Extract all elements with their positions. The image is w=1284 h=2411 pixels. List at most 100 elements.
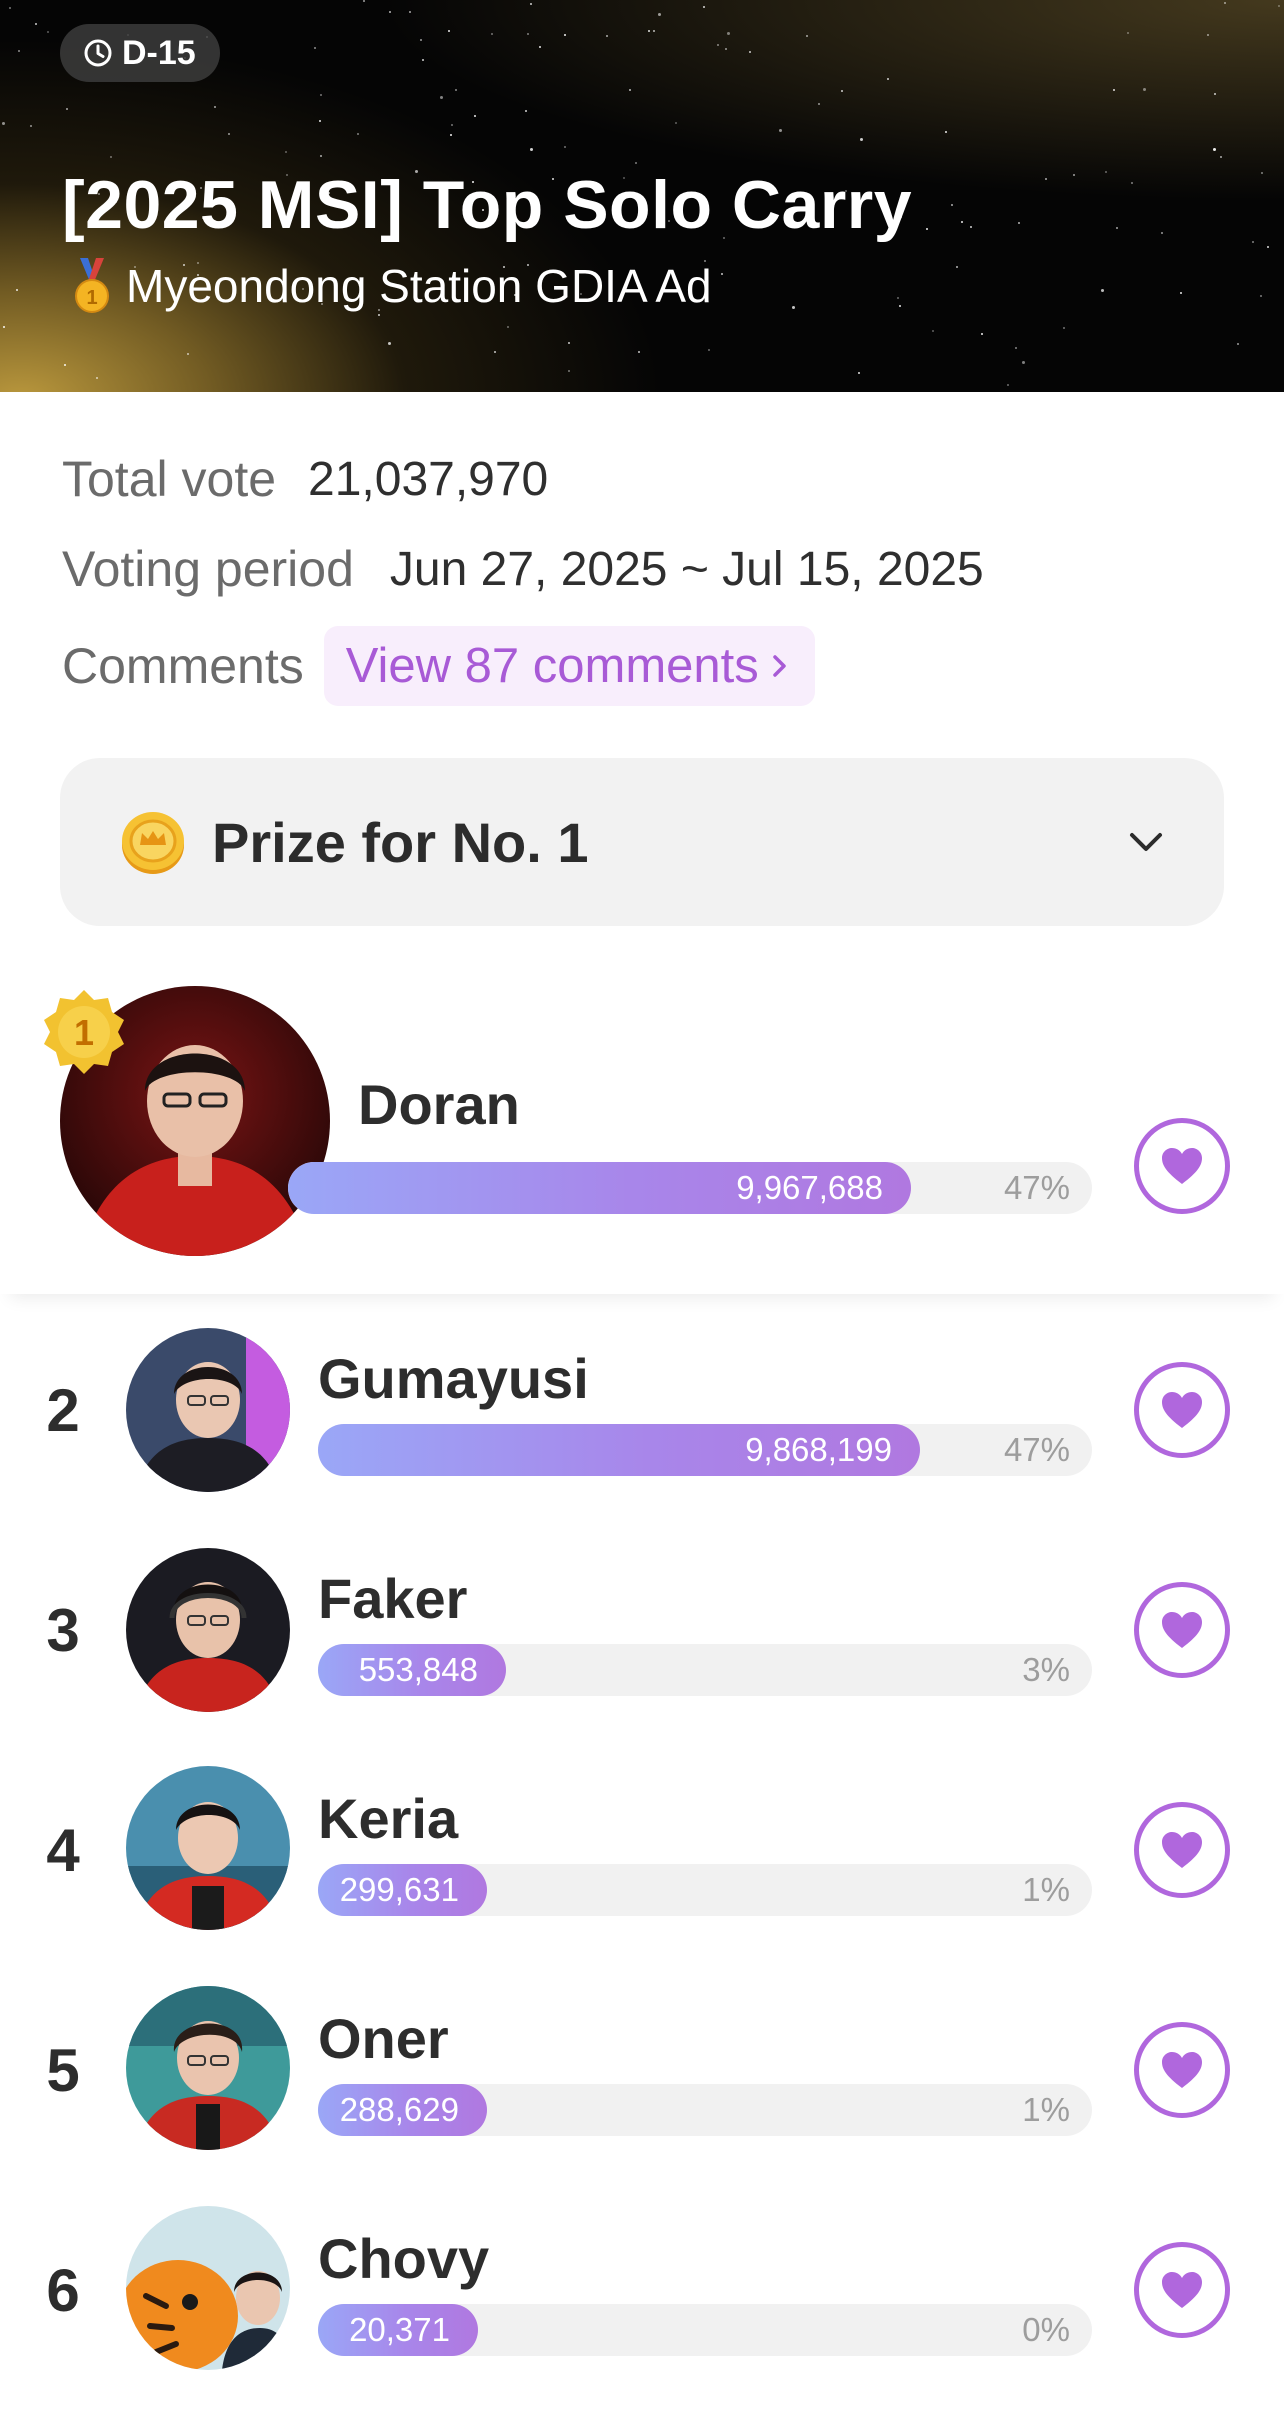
comments-row: Comments View 87 comments xyxy=(62,626,815,706)
star-dot xyxy=(527,33,529,35)
vote-percent: 3% xyxy=(1022,1651,1070,1688)
star-dot xyxy=(951,204,953,206)
star-dot xyxy=(792,306,795,309)
star-dot xyxy=(1022,361,1025,364)
star-dot xyxy=(16,289,18,291)
star-dot xyxy=(841,90,843,92)
candidate-name: Oner xyxy=(318,2007,449,2070)
star-dot xyxy=(539,46,541,48)
clock-icon xyxy=(84,39,112,67)
star-dot xyxy=(1267,246,1269,248)
star-dot xyxy=(926,228,928,230)
subtitle-text: Myeondong Station GDIA Ad xyxy=(126,260,712,312)
star-dot xyxy=(568,342,570,344)
star-dot xyxy=(1007,384,1009,386)
heart-icon xyxy=(1162,1612,1202,1648)
star-dot xyxy=(35,23,37,25)
vote-button-doran[interactable] xyxy=(1134,1118,1230,1214)
star-dot xyxy=(860,138,863,141)
star-dot xyxy=(66,108,68,110)
view-comments-button[interactable]: View 87 comments xyxy=(323,626,815,706)
vote-count: 553,848 xyxy=(358,1651,478,1688)
vote-button-chovy[interactable] xyxy=(1134,2242,1230,2338)
star-dot xyxy=(638,351,640,353)
chevron-down-icon xyxy=(1130,833,1162,851)
star-dot xyxy=(658,13,661,16)
star-dot xyxy=(96,377,98,379)
prize-accordion[interactable]: Prize for No. 1 xyxy=(60,758,1224,926)
star-dot xyxy=(1063,327,1065,329)
star-dot xyxy=(420,39,422,41)
candidate-name: Gumayusi xyxy=(318,1347,589,1410)
vote-percent: 47% xyxy=(1003,1431,1070,1468)
star-dot xyxy=(530,148,533,151)
star-dot xyxy=(858,372,860,374)
vote-bar: 288,629 1% xyxy=(318,2084,1092,2136)
vote-bar: 553,848 3% xyxy=(318,1644,1092,1696)
star-dot xyxy=(721,273,723,275)
star-dot xyxy=(1127,32,1129,34)
vote-button-keria[interactable] xyxy=(1134,1802,1230,1898)
star-dot xyxy=(897,297,899,299)
star-dot xyxy=(648,30,650,32)
star-dot xyxy=(357,133,359,135)
vote-count: 20,371 xyxy=(349,2311,450,2348)
vote-bar: 9,967,688 47% xyxy=(288,1162,1092,1214)
star-dot xyxy=(18,50,20,52)
star-dot xyxy=(818,103,820,105)
candidate-name: Doran xyxy=(358,1073,520,1136)
dday-badge: D-15 xyxy=(60,24,220,82)
rank-number: 5 xyxy=(46,2037,80,2104)
page-subtitle: 1 Myeondong Station GDIA Ad xyxy=(64,256,712,316)
star-dot xyxy=(1224,2,1226,4)
star-dot xyxy=(320,155,322,157)
star-dot xyxy=(725,48,727,50)
star-dot xyxy=(64,364,66,366)
star-dot xyxy=(956,266,958,268)
star-dot xyxy=(1116,227,1118,229)
star-dot xyxy=(564,34,566,36)
candidate-name: Chovy xyxy=(318,2227,490,2290)
star-dot xyxy=(1143,88,1146,91)
vote-bar: 299,631 1% xyxy=(318,1864,1092,1916)
heart-icon xyxy=(1162,2272,1202,2308)
vote-button-oner[interactable] xyxy=(1134,2022,1230,2118)
vote-percent: 47% xyxy=(1003,1169,1070,1206)
star-dot xyxy=(363,0,365,2)
avatar-faker xyxy=(126,1548,290,1712)
star-dot xyxy=(568,370,570,372)
star-dot xyxy=(887,78,889,80)
heart-icon xyxy=(1162,2052,1202,2088)
star-dot xyxy=(1260,295,1262,297)
candidate-name: Keria xyxy=(318,1787,459,1850)
star-dot xyxy=(806,35,808,37)
star-dot xyxy=(320,94,322,96)
star-dot xyxy=(187,353,189,355)
rank-number: 4 xyxy=(46,1817,80,1884)
star-dot xyxy=(1101,289,1104,292)
star-dot xyxy=(1252,241,1254,243)
star-dot xyxy=(2,122,5,125)
coin-icon xyxy=(122,812,184,874)
star-dot xyxy=(749,51,751,53)
star-dot xyxy=(1105,171,1107,173)
star-dot xyxy=(1220,156,1222,158)
star-dot xyxy=(1213,148,1216,151)
star-dot xyxy=(3,326,5,328)
vote-percent: 0% xyxy=(1022,2311,1070,2348)
star-dot xyxy=(319,120,321,122)
star-dot xyxy=(440,96,443,99)
star-dot xyxy=(961,221,963,223)
candidate-name: Faker xyxy=(318,1567,468,1630)
star-dot xyxy=(451,124,453,126)
star-dot xyxy=(1161,232,1163,234)
vote-button-faker[interactable] xyxy=(1134,1582,1230,1678)
gold-medal-icon: 1 xyxy=(75,258,109,313)
avatar-chovy xyxy=(126,2206,290,2370)
vote-button-gumayusi[interactable] xyxy=(1134,1362,1230,1458)
star-dot xyxy=(1131,182,1133,184)
star-dot xyxy=(1237,343,1239,345)
star-dot xyxy=(708,349,710,351)
star-dot xyxy=(285,151,287,153)
avatar-gumayusi xyxy=(126,1328,290,1492)
